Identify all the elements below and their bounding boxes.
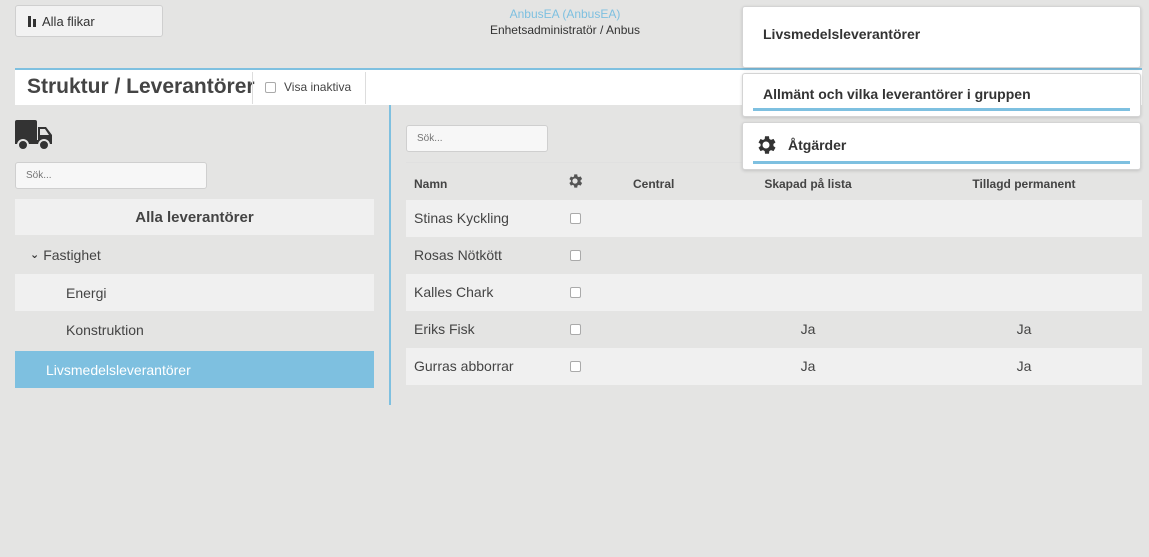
tab-underline (753, 108, 1130, 111)
all-suppliers-item[interactable]: Alla leverantörer (15, 199, 374, 235)
general-info-label: Allmänt och vilka leverantörer i gruppen (763, 86, 1031, 102)
tree-item-label: Fastighet (43, 246, 101, 263)
row-checkbox[interactable] (570, 324, 581, 335)
tree-item-konstruktion[interactable]: Konstruktion (15, 311, 374, 348)
actions-label: Åtgärder (788, 137, 847, 153)
column-header-name[interactable]: Namn (414, 177, 447, 191)
supplier-tree-search-input[interactable] (15, 162, 207, 189)
tab-underline (753, 161, 1130, 164)
created-value: Ja (800, 321, 816, 337)
page-title: Struktur / Leverantörer (27, 75, 255, 98)
permanent-value: Ja (1016, 321, 1032, 337)
panel-divider[interactable] (389, 105, 391, 405)
table-row[interactable]: Rosas Nötkött (406, 237, 1142, 274)
actions-tab[interactable]: Åtgärder (742, 122, 1141, 170)
all-tabs-label: Alla flikar (42, 13, 95, 29)
show-inactive-toggle[interactable]: Visa inaktiva (265, 80, 351, 94)
row-checkbox[interactable] (570, 361, 581, 372)
header-divider (252, 72, 253, 104)
tree-item-label: Konstruktion (66, 321, 144, 338)
column-header-created-on-list[interactable]: Skapad på lista (748, 177, 868, 191)
row-checkbox[interactable] (570, 250, 581, 261)
table-row[interactable]: Eriks Fisk Ja Ja (406, 311, 1142, 348)
table-row[interactable]: Kalles Chark (406, 274, 1142, 311)
group-name-label: Livsmedelsleverantörer (763, 26, 921, 42)
table-row[interactable]: Gurras abborrar Ja Ja (406, 348, 1142, 385)
tabs-icon (28, 15, 36, 27)
supplier-name: Stinas Kyckling (414, 210, 509, 226)
user-role: Enhetsadministratör / Anbus (489, 23, 641, 37)
table-row[interactable]: Stinas Kyckling (406, 200, 1142, 237)
tree-item-energi[interactable]: Energi (15, 274, 374, 311)
supplier-name: Kalles Chark (414, 284, 494, 300)
permanent-value: Ja (1016, 358, 1032, 374)
supplier-name: Rosas Nötkött (414, 247, 502, 263)
tree-item-label: Livsmedelsleverantörer (46, 361, 191, 378)
supplier-table-search-input[interactable] (406, 125, 548, 152)
truck-icon (15, 120, 52, 156)
chevron-down-icon[interactable]: ⌄ (30, 248, 39, 261)
tree-item-livsmedelsleverantorer[interactable]: Livsmedelsleverantörer (15, 351, 374, 388)
created-value: Ja (800, 358, 816, 374)
supplier-name: Eriks Fisk (414, 321, 475, 337)
column-header-central[interactable]: Central (633, 177, 674, 191)
all-tabs-button[interactable]: Alla flikar (15, 5, 163, 37)
gear-icon[interactable] (566, 172, 584, 193)
group-name-panel[interactable]: Livsmedelsleverantörer (742, 6, 1141, 68)
row-checkbox[interactable] (570, 287, 581, 298)
user-name-link[interactable]: AnbusEA (AnbusEA) (440, 7, 690, 21)
tree-item-fastighet[interactable]: ⌄ Fastighet (15, 236, 374, 273)
column-header-added-permanent[interactable]: Tillagd permanent (964, 177, 1084, 191)
header-divider (365, 72, 366, 104)
gear-icon (754, 133, 778, 160)
tree-item-label: Energi (66, 284, 107, 301)
show-inactive-label: Visa inaktiva (284, 80, 352, 94)
show-inactive-checkbox[interactable] (265, 81, 276, 93)
supplier-table: Namn Central Skapad på lista Tillagd per… (406, 162, 1142, 385)
general-info-tab[interactable]: Allmänt och vilka leverantörer i gruppen (742, 73, 1141, 117)
row-checkbox[interactable] (570, 213, 581, 224)
supplier-name: Gurras abborrar (414, 358, 514, 374)
